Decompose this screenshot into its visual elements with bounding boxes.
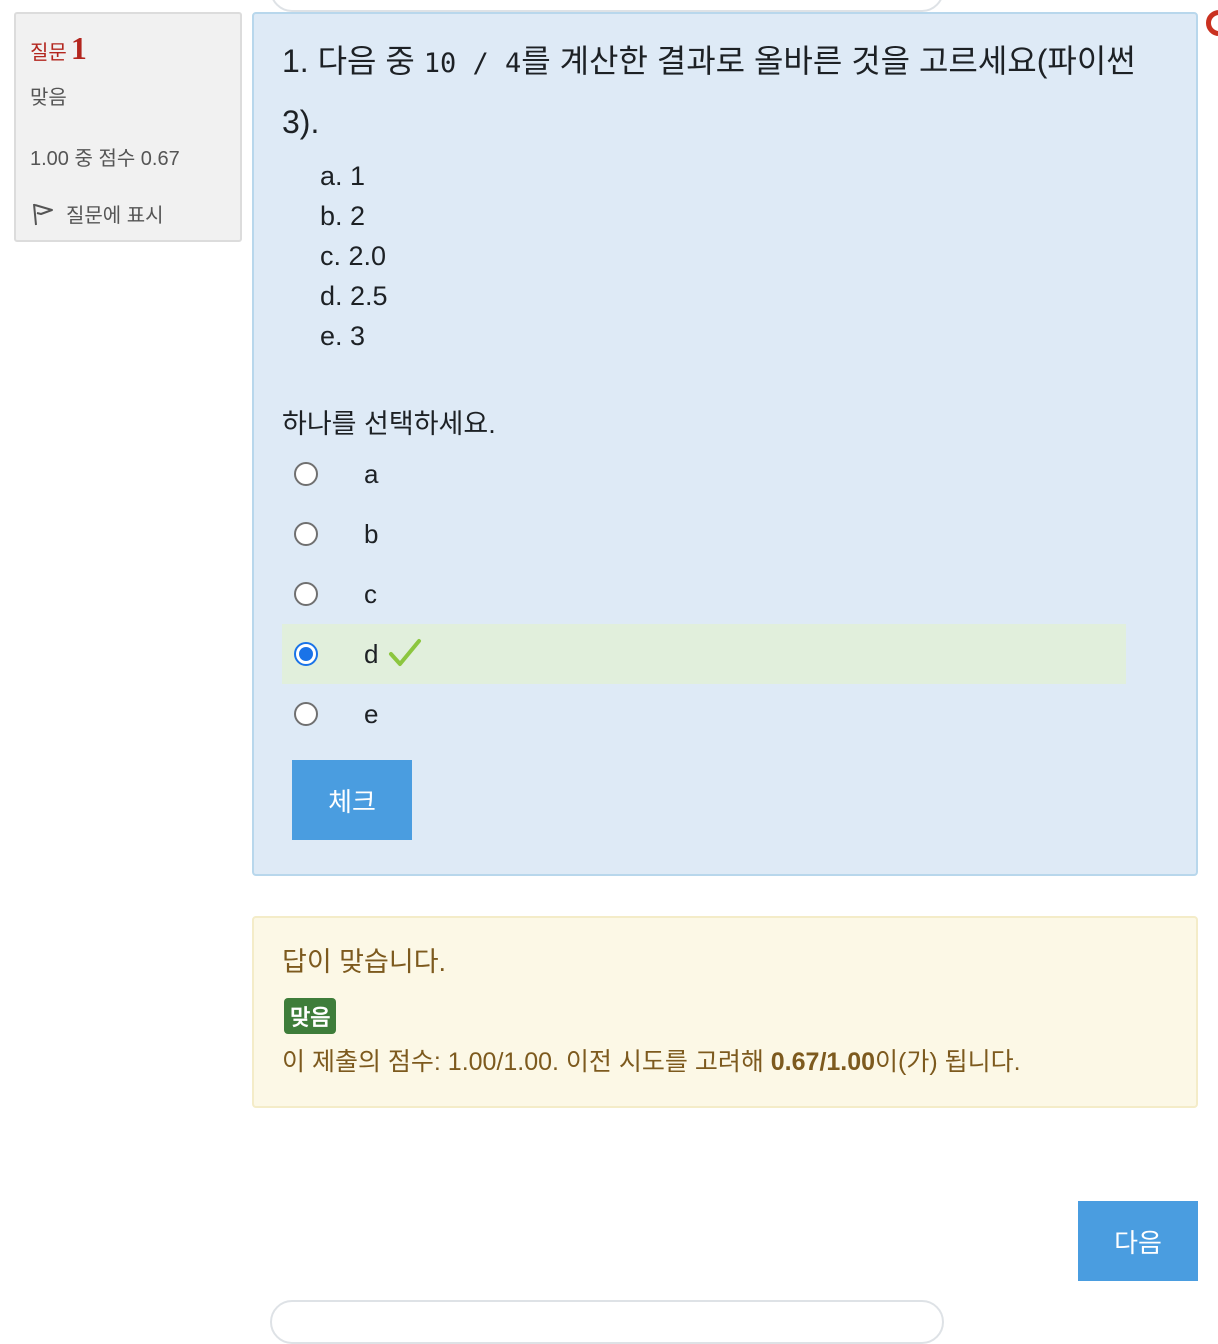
question-text: 1. 다음 중 10 / 4를 계산한 결과로 올바른 것을 고르세요(파이썬 … xyxy=(282,32,1142,151)
grading-details-score: 0.67/1.00 xyxy=(770,1048,876,1076)
status-badge: 맞음 xyxy=(284,998,337,1034)
option-item: a. 1 xyxy=(320,161,366,191)
answer-label-c: c xyxy=(364,578,377,609)
question-number: 질문 1 xyxy=(30,30,226,67)
question-text-before: 1. 다음 중 xyxy=(282,43,424,79)
option-item: d. 2.5 xyxy=(320,281,388,311)
feedback-message: 답이 맞습니다. xyxy=(282,947,447,977)
radio-button-c[interactable] xyxy=(294,582,318,606)
question-label: 질문 xyxy=(30,42,67,64)
feedback-panel: 답이 맞습니다. 맞음 이 제출의 점수: 1.00/1.00. 이전 시도를 … xyxy=(252,916,1198,1108)
correct-check-icon xyxy=(389,639,421,666)
flag-icon xyxy=(33,203,53,225)
answer-choice-e[interactable]: e xyxy=(282,684,1126,744)
answer-choice-a[interactable]: a xyxy=(282,444,1126,504)
question-info-panel: 질문 1 맞음 1.00 중 점수 0.67 질문에 표시 xyxy=(14,12,242,242)
side-status-icon xyxy=(1206,10,1218,36)
question-state: 맞음 xyxy=(30,87,67,109)
check-button[interactable]: 체크 xyxy=(292,760,412,840)
answer-choice-c[interactable]: c xyxy=(282,564,1126,624)
option-item: e. 3 xyxy=(320,321,366,351)
options-list: a. 1 b. 2 c. 2.0 d. 2.5 e. 3 xyxy=(320,156,388,356)
answer-choices: a b c d e xyxy=(282,444,1126,744)
grading-details: 이 제출의 점수: 1.00/1.00. 이전 시도를 고려해 0.67/1.0… xyxy=(282,1042,1021,1078)
next-button[interactable]: 다음 xyxy=(1078,1201,1198,1281)
radio-button-e[interactable] xyxy=(294,702,318,726)
grading-details-after: 이(가) 됩니다. xyxy=(875,1048,1021,1076)
answer-choice-d[interactable]: d xyxy=(282,624,1126,684)
grading-details-before: 이 제출의 점수: 1.00/1.00. 이전 시도를 고려해 xyxy=(282,1048,771,1076)
answer-label-d: d xyxy=(364,638,379,669)
radio-button-a[interactable] xyxy=(294,462,318,486)
option-item: b. 2 xyxy=(320,201,366,231)
radio-button-b[interactable] xyxy=(294,522,318,546)
top-navigation-fragment xyxy=(270,0,944,12)
answer-choice-b[interactable]: b xyxy=(282,504,1126,564)
answer-label-b: b xyxy=(364,518,379,549)
flag-question-toggle[interactable]: 질문에 표시 xyxy=(30,199,226,228)
answer-label-e: e xyxy=(364,698,379,729)
bottom-navigation-fragment xyxy=(270,1300,944,1344)
flag-label: 질문에 표시 xyxy=(66,205,164,227)
question-grade: 1.00 중 점수 0.67 xyxy=(30,148,180,170)
question-formulation: 1. 다음 중 10 / 4를 계산한 결과로 올바른 것을 고르세요(파이썬 … xyxy=(252,12,1198,876)
question-number-value: 1 xyxy=(70,30,87,66)
answer-label-a: a xyxy=(364,458,379,489)
question-code: 10 / 4 xyxy=(423,48,522,79)
answer-prompt: 하나를 선택하세요. xyxy=(282,409,496,439)
option-item: c. 2.0 xyxy=(320,241,387,271)
radio-button-d[interactable] xyxy=(294,642,318,666)
